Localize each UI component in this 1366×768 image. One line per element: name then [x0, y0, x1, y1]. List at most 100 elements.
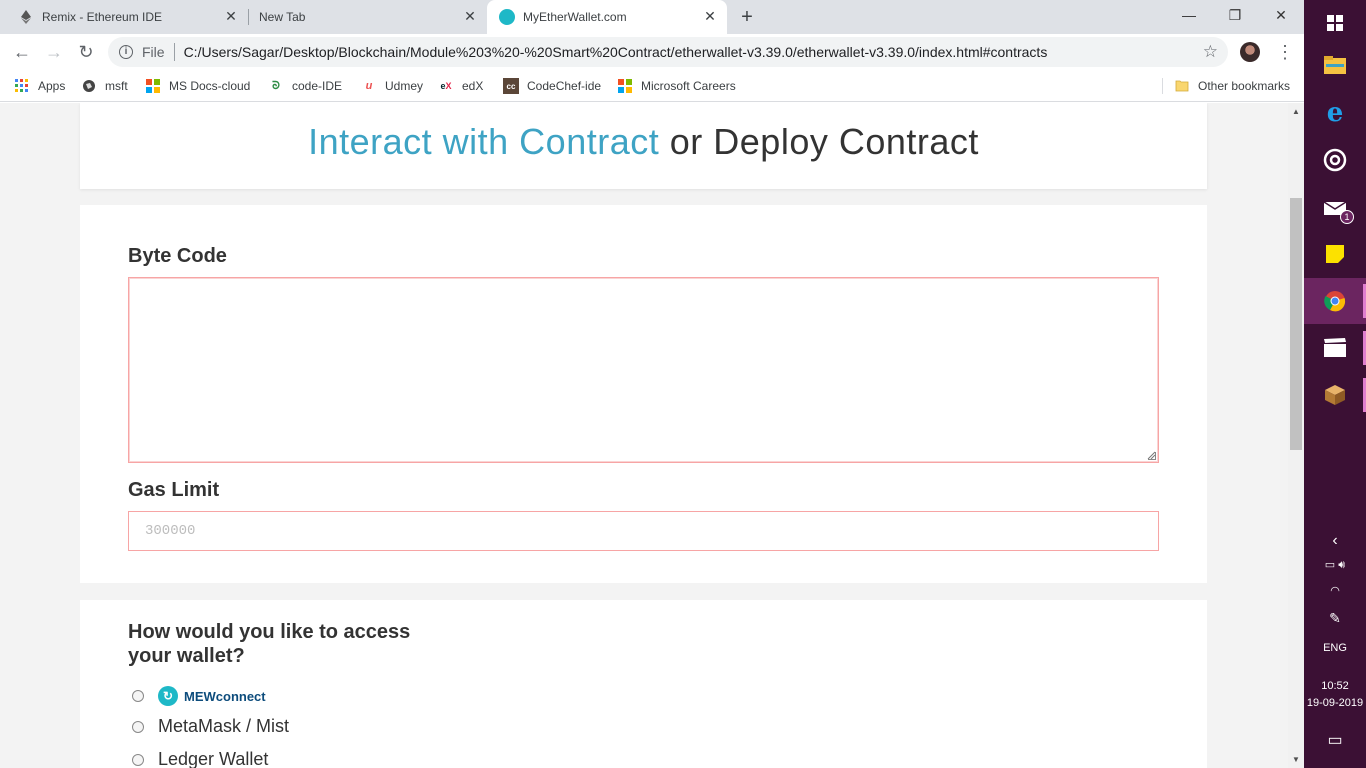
mewconnect-label: MEWconnect [184, 688, 266, 704]
sticky-notes-icon[interactable] [1304, 231, 1366, 277]
bytecode-textarea[interactable] [128, 277, 1159, 463]
movies-icon[interactable] [1304, 325, 1366, 371]
new-tab-button[interactable]: + [737, 7, 757, 27]
interact-contract-link[interactable]: Interact with Contract [308, 121, 659, 162]
bookmark-microsoft-careers[interactable]: Microsoft Careers [617, 76, 736, 96]
option-mewconnect[interactable]: ↻ MEWconnect [132, 686, 266, 706]
tab-title: Remix - Ethereum IDE [42, 10, 163, 24]
metamask-label: MetaMask / Mist [158, 716, 290, 736]
close-tab-icon[interactable]: ✕ [703, 9, 717, 23]
apps-grid-icon [14, 78, 30, 94]
mail-icon[interactable]: 1 [1304, 184, 1366, 230]
myetherwallet-favicon-icon [499, 9, 515, 25]
option-ledger[interactable]: Ledger Wallet [132, 749, 268, 768]
profile-avatar[interactable] [1240, 42, 1260, 62]
reload-button[interactable]: ↻ [76, 42, 96, 62]
title-separator: or [669, 121, 703, 162]
maximize-button[interactable]: ❐ [1212, 0, 1258, 30]
radio-mewconnect[interactable] [132, 690, 144, 702]
microsoft-logo-icon [145, 78, 161, 94]
groove-icon[interactable] [1304, 137, 1366, 183]
back-button[interactable]: ← [12, 42, 32, 62]
pen-icon[interactable]: ✎ [1304, 610, 1366, 627]
address-bar[interactable]: i File C:/Users/Sagar/Desktop/Blockchain… [108, 37, 1228, 67]
page-scrollbar[interactable]: ▲ ▼ [1288, 103, 1304, 768]
ethereum-favicon-icon [18, 9, 34, 25]
page-viewport: Interact with Contract or Deploy Contrac… [0, 103, 1288, 768]
microsoft-logo-icon [617, 78, 633, 94]
bookmark-udmey[interactable]: u Udmey [361, 76, 423, 96]
other-bookmarks[interactable]: Other bookmarks [1174, 76, 1290, 96]
bookmarks-bar: Apps msft MS Docs-cloud ᘐ code-IDE u Udm… [0, 70, 1304, 102]
scheme-label: File [142, 44, 165, 60]
globe-icon [81, 78, 97, 94]
scroll-up-icon[interactable]: ▲ [1292, 107, 1300, 116]
mail-badge: 1 [1340, 210, 1354, 224]
bookmark-code-ide[interactable]: ᘐ code-IDE [268, 76, 342, 96]
clock-date[interactable]: 19-09-2019 [1304, 697, 1366, 709]
radio-ledger[interactable] [132, 753, 144, 766]
clock-time[interactable]: 10:52 [1304, 680, 1366, 692]
contracts-header-card: Interact with Contract or Deploy Contrac… [80, 103, 1207, 189]
edge-icon[interactable]: e [1304, 90, 1366, 136]
close-tab-icon[interactable]: ✕ [224, 9, 238, 23]
tab-strip: Remix - Ethereum IDE ✕ New Tab ✕ MyEther… [0, 0, 1304, 34]
url-text[interactable]: C:/Users/Sagar/Desktop/Blockchain/Module… [184, 44, 1048, 60]
tab-separator [248, 9, 249, 25]
tab-myetherwallet[interactable]: MyEtherWallet.com ✕ [487, 0, 727, 34]
bookmark-label: Udmey [385, 79, 424, 93]
bookmark-label: code-IDE [292, 79, 343, 93]
chrome-icon[interactable] [1304, 278, 1366, 324]
close-window-button[interactable]: ✕ [1258, 0, 1304, 30]
bookmark-label: Microsoft Careers [641, 79, 736, 93]
tab-new-tab[interactable]: New Tab ✕ [251, 0, 487, 34]
notifications-icon[interactable]: ▭ [1304, 730, 1366, 750]
scroll-thumb[interactable] [1290, 198, 1302, 450]
minimize-button[interactable]: — [1166, 0, 1212, 30]
bookmark-ms-docs[interactable]: MS Docs-cloud [145, 76, 250, 96]
battery-volume-icon[interactable]: ▭ 🔊︎ [1304, 558, 1366, 572]
site-info-icon[interactable]: i [119, 45, 133, 59]
bookmark-msft[interactable]: msft [81, 76, 128, 96]
ledger-label: Ledger Wallet [158, 749, 269, 768]
bookmark-label: Apps [38, 79, 66, 93]
bookmark-label: msft [105, 79, 128, 93]
browser-window: Remix - Ethereum IDE ✕ New Tab ✕ MyEther… [0, 0, 1304, 768]
resize-handle-icon[interactable] [1147, 451, 1156, 460]
close-tab-icon[interactable]: ✕ [463, 9, 477, 23]
udemy-icon: u [365, 80, 373, 92]
scroll-down-icon[interactable]: ▼ [1292, 755, 1300, 764]
tab-remix[interactable]: Remix - Ethereum IDE ✕ [12, 0, 248, 34]
bookmark-codechef[interactable]: cc CodeChef-ide [503, 76, 601, 96]
omnibox-divider [173, 43, 175, 61]
windows-taskbar: e 1 ‹ ▭ 🔊︎ ◠ ✎ ENG 10:52 19-09-2019 ▭ [1304, 0, 1366, 768]
file-explorer-icon[interactable] [1304, 42, 1366, 88]
bookmark-apps[interactable]: Apps [14, 76, 65, 96]
deploy-form-card: Byte Code Gas Limit 300000 [80, 205, 1207, 583]
show-hidden-icons-icon[interactable]: ‹ [1304, 532, 1366, 550]
bytecode-label: Byte Code [128, 245, 227, 267]
bookmark-label: Other bookmarks [1198, 79, 1291, 93]
deploy-contract-link[interactable]: Deploy Contract [713, 121, 979, 162]
wallet-access-title: How would you like to access your wallet… [128, 621, 411, 667]
bookmark-label: edX [462, 79, 484, 93]
forward-button[interactable]: → [44, 42, 64, 62]
page-title: Interact with Contract or Deploy Contrac… [80, 121, 1207, 163]
option-metamask[interactable]: MetaMask / Mist [132, 716, 289, 737]
bookmark-star-icon[interactable]: ☆ [1203, 42, 1218, 62]
codechef-icon: cc [503, 78, 519, 94]
language-indicator[interactable]: ENG [1304, 642, 1366, 654]
bookmark-edx[interactable]: eX edX [438, 76, 483, 96]
tab-title: New Tab [259, 10, 306, 24]
mewconnect-logo-icon: ↻ [158, 686, 178, 706]
geeksforgeeks-icon: ᘐ [272, 79, 280, 92]
radio-metamask[interactable] [132, 720, 144, 733]
package-icon[interactable] [1304, 372, 1366, 418]
bookmarks-divider [1162, 78, 1163, 94]
windows-start-icon[interactable] [1304, 0, 1366, 46]
bookmark-label: CodeChef-ide [527, 79, 602, 93]
gas-limit-input[interactable]: 300000 [128, 511, 1159, 551]
gas-limit-label: Gas Limit [128, 479, 220, 501]
wifi-icon[interactable]: ◠ [1304, 584, 1366, 597]
browser-menu-button[interactable]: ⋮ [1276, 43, 1294, 61]
